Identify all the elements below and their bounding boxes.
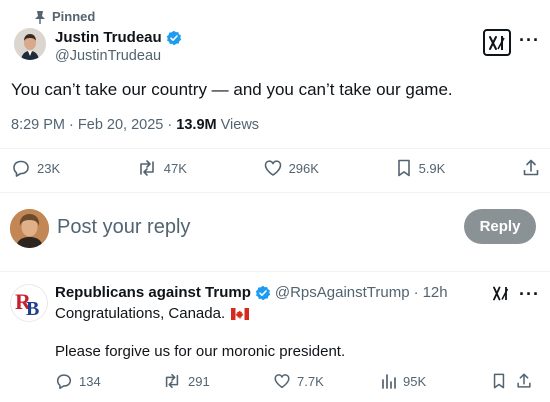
tweet-actions: 23K 47K 296K 5.9K (11, 158, 541, 178)
more-icon[interactable]: ··· (519, 30, 540, 51)
meta-separator: · (69, 117, 74, 133)
current-user-avatar[interactable] (10, 209, 49, 248)
repost-count: 291 (188, 373, 210, 389)
like-count: 296K (288, 160, 319, 176)
verified-badge-icon (255, 285, 271, 301)
like-icon (273, 372, 291, 390)
tweet-date[interactable]: Feb 20, 2025 (78, 117, 163, 133)
grok-icon[interactable] (483, 29, 511, 56)
reply-bookmark-button[interactable] (491, 372, 515, 390)
reply-views-button[interactable]: 95K (381, 373, 491, 389)
divider (0, 271, 550, 272)
views-label: Views (220, 117, 260, 133)
divider (0, 148, 550, 149)
like-icon (263, 158, 283, 178)
pin-icon (34, 10, 46, 24)
share-icon (521, 158, 541, 178)
reply-count: 134 (79, 373, 101, 389)
reply-input[interactable]: Post your reply (57, 216, 190, 239)
repost-icon (162, 372, 182, 390)
canada-flag-icon (231, 307, 250, 320)
pinned-label: Pinned (52, 9, 96, 24)
reply-submit-button[interactable]: Reply (464, 209, 536, 244)
views-icon (381, 373, 397, 389)
author-avatar[interactable] (14, 28, 46, 60)
reply-separator: · (413, 284, 419, 301)
verified-badge-icon (166, 30, 182, 46)
views-count: 95K (403, 373, 427, 389)
svg-text:B: B (26, 298, 39, 320)
meta-separator: · (167, 117, 173, 133)
repost-icon (136, 158, 158, 178)
bookmark-count: 5.9K (418, 160, 446, 176)
reply-author-name[interactable]: Republicans against Trump (55, 284, 251, 301)
pinned-indicator: Pinned (34, 9, 95, 24)
bookmark-icon (395, 158, 413, 178)
reply-text-congrats: Congratulations, Canada. (55, 305, 226, 322)
tweet-text: You can’t take our country — and you can… (11, 80, 453, 99)
more-icon[interactable]: ··· (519, 284, 540, 305)
tweet-meta: 8:29 PM · Feb 20, 2025 · 13.9M Views (11, 117, 259, 133)
tweet-time[interactable]: 8:29 PM (11, 117, 65, 133)
views-count: 13.9M (176, 117, 217, 133)
reply-reply-button[interactable]: 134 (55, 372, 162, 390)
like-button[interactable]: 296K (263, 158, 319, 178)
bookmark-icon (491, 372, 507, 390)
bookmark-button[interactable]: 5.9K (395, 158, 446, 178)
reply-count: 23K (37, 160, 61, 176)
reply-button[interactable]: 23K (11, 158, 60, 178)
grok-icon[interactable] (493, 286, 509, 301)
author-handle[interactable]: @JustinTrudeau (55, 48, 161, 64)
reply-header: Republicans against Trump @RpsAgainstTru… (55, 284, 448, 301)
author-name-row[interactable]: Justin Trudeau (55, 29, 182, 46)
reply-text-line1: Congratulations, Canada. (55, 305, 250, 322)
reply-author-avatar[interactable]: R B (10, 284, 48, 322)
share-icon (515, 372, 533, 390)
reply-text-line2: Please forgive us for our moronic presid… (55, 343, 346, 360)
reply-like-button[interactable]: 7.7K (273, 372, 381, 390)
reply-author-handle[interactable]: @RpsAgainstTrump (275, 284, 410, 301)
reply-actions: 134 291 7.7K 95K (55, 372, 537, 390)
author-name[interactable]: Justin Trudeau (55, 29, 162, 46)
reply-repost-button[interactable]: 291 (162, 372, 273, 390)
like-count: 7.7K (297, 373, 324, 389)
reply-share-button[interactable] (515, 372, 533, 390)
reply-icon (55, 372, 73, 390)
reply-age[interactable]: 12h (423, 284, 448, 301)
reply-icon (11, 158, 31, 178)
repost-count: 47K (163, 160, 187, 176)
share-button[interactable] (521, 158, 541, 178)
divider (0, 192, 550, 193)
repost-button[interactable]: 47K (136, 158, 187, 178)
